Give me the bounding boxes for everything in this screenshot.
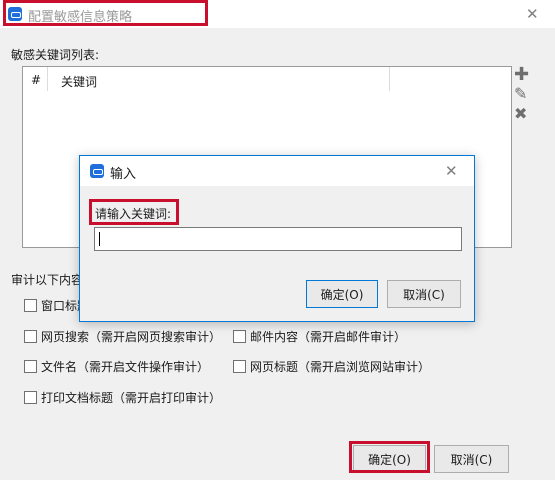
dialog-close-icon[interactable]: ✕ xyxy=(445,164,458,179)
column-header-index[interactable]: # xyxy=(31,73,41,87)
column-separator xyxy=(47,67,48,91)
checkbox-label: 文件名（需开启文件操作审计） xyxy=(41,360,210,374)
policy-window: 配置敏感信息策略 ✕ 敏感关键词列表: # 关键词 ✚ ✎ ✖ 审计以下内容 窗… xyxy=(0,0,555,480)
keyword-list-label: 敏感关键词列表: xyxy=(11,48,100,62)
dialog-ok-label: 确定(O) xyxy=(320,287,364,302)
cancel-button[interactable]: 取消(C) xyxy=(434,445,509,473)
pencil-icon[interactable]: ✎ xyxy=(514,86,527,102)
checkbox-box[interactable] xyxy=(233,330,246,343)
checkbox-web-search[interactable]: 网页搜索（需开启网页搜索审计） xyxy=(24,328,221,345)
delete-icon[interactable]: ✖ xyxy=(514,106,527,122)
checkbox-box[interactable] xyxy=(24,330,37,343)
checkbox-box[interactable] xyxy=(24,360,37,373)
ok-button-label: 确定(O) xyxy=(368,452,411,467)
checkbox-box[interactable] xyxy=(233,360,246,373)
dialog-ok-button[interactable]: 确定(O) xyxy=(306,280,378,308)
window-titlebar: 配置敏感信息策略 ✕ xyxy=(0,0,555,28)
close-icon[interactable]: ✕ xyxy=(526,7,539,22)
app-icon xyxy=(90,164,104,178)
checkbox-label: 邮件内容（需开启邮件审计） xyxy=(250,330,407,344)
column-header-keyword[interactable]: 关键词 xyxy=(61,73,97,90)
column-separator xyxy=(389,67,390,91)
dialog-title: 输入 xyxy=(110,167,137,182)
window-title: 配置敏感信息策略 xyxy=(28,10,133,25)
dialog-titlebar: 输入 ✕ xyxy=(80,156,474,186)
checkbox-box[interactable] xyxy=(24,299,37,312)
checkbox-box[interactable] xyxy=(24,391,37,404)
add-icon[interactable]: ✚ xyxy=(514,66,529,84)
checkbox-label: 网页搜索（需开启网页搜索审计） xyxy=(41,330,222,344)
checkbox-label: 网页标题（需开启浏览网站审计） xyxy=(250,360,431,374)
ok-button[interactable]: 确定(O) xyxy=(353,445,426,473)
checkbox-print-title[interactable]: 打印文档标题（需开启打印审计） xyxy=(24,389,221,406)
text-caret xyxy=(99,232,100,246)
checkbox-web-title[interactable]: 网页标题（需开启浏览网站审计） xyxy=(233,358,430,375)
dialog-prompt-label: 请输入关键词: xyxy=(95,207,172,221)
checkbox-file-name[interactable]: 文件名（需开启文件操作审计） xyxy=(24,358,209,375)
keyword-input[interactable] xyxy=(94,227,462,251)
checkbox-label: 打印文档标题（需开启打印审计） xyxy=(41,391,222,405)
checkbox-mail-content[interactable]: 邮件内容（需开启邮件审计） xyxy=(233,328,406,345)
audit-section-label: 审计以下内容 xyxy=(11,273,84,287)
app-icon xyxy=(8,7,22,21)
input-dialog: 输入 ✕ 请输入关键词: 确定(O) 取消(C) xyxy=(79,155,475,322)
dialog-cancel-label: 取消(C) xyxy=(403,287,445,302)
cancel-button-label: 取消(C) xyxy=(450,452,493,467)
dialog-cancel-button[interactable]: 取消(C) xyxy=(387,280,461,308)
